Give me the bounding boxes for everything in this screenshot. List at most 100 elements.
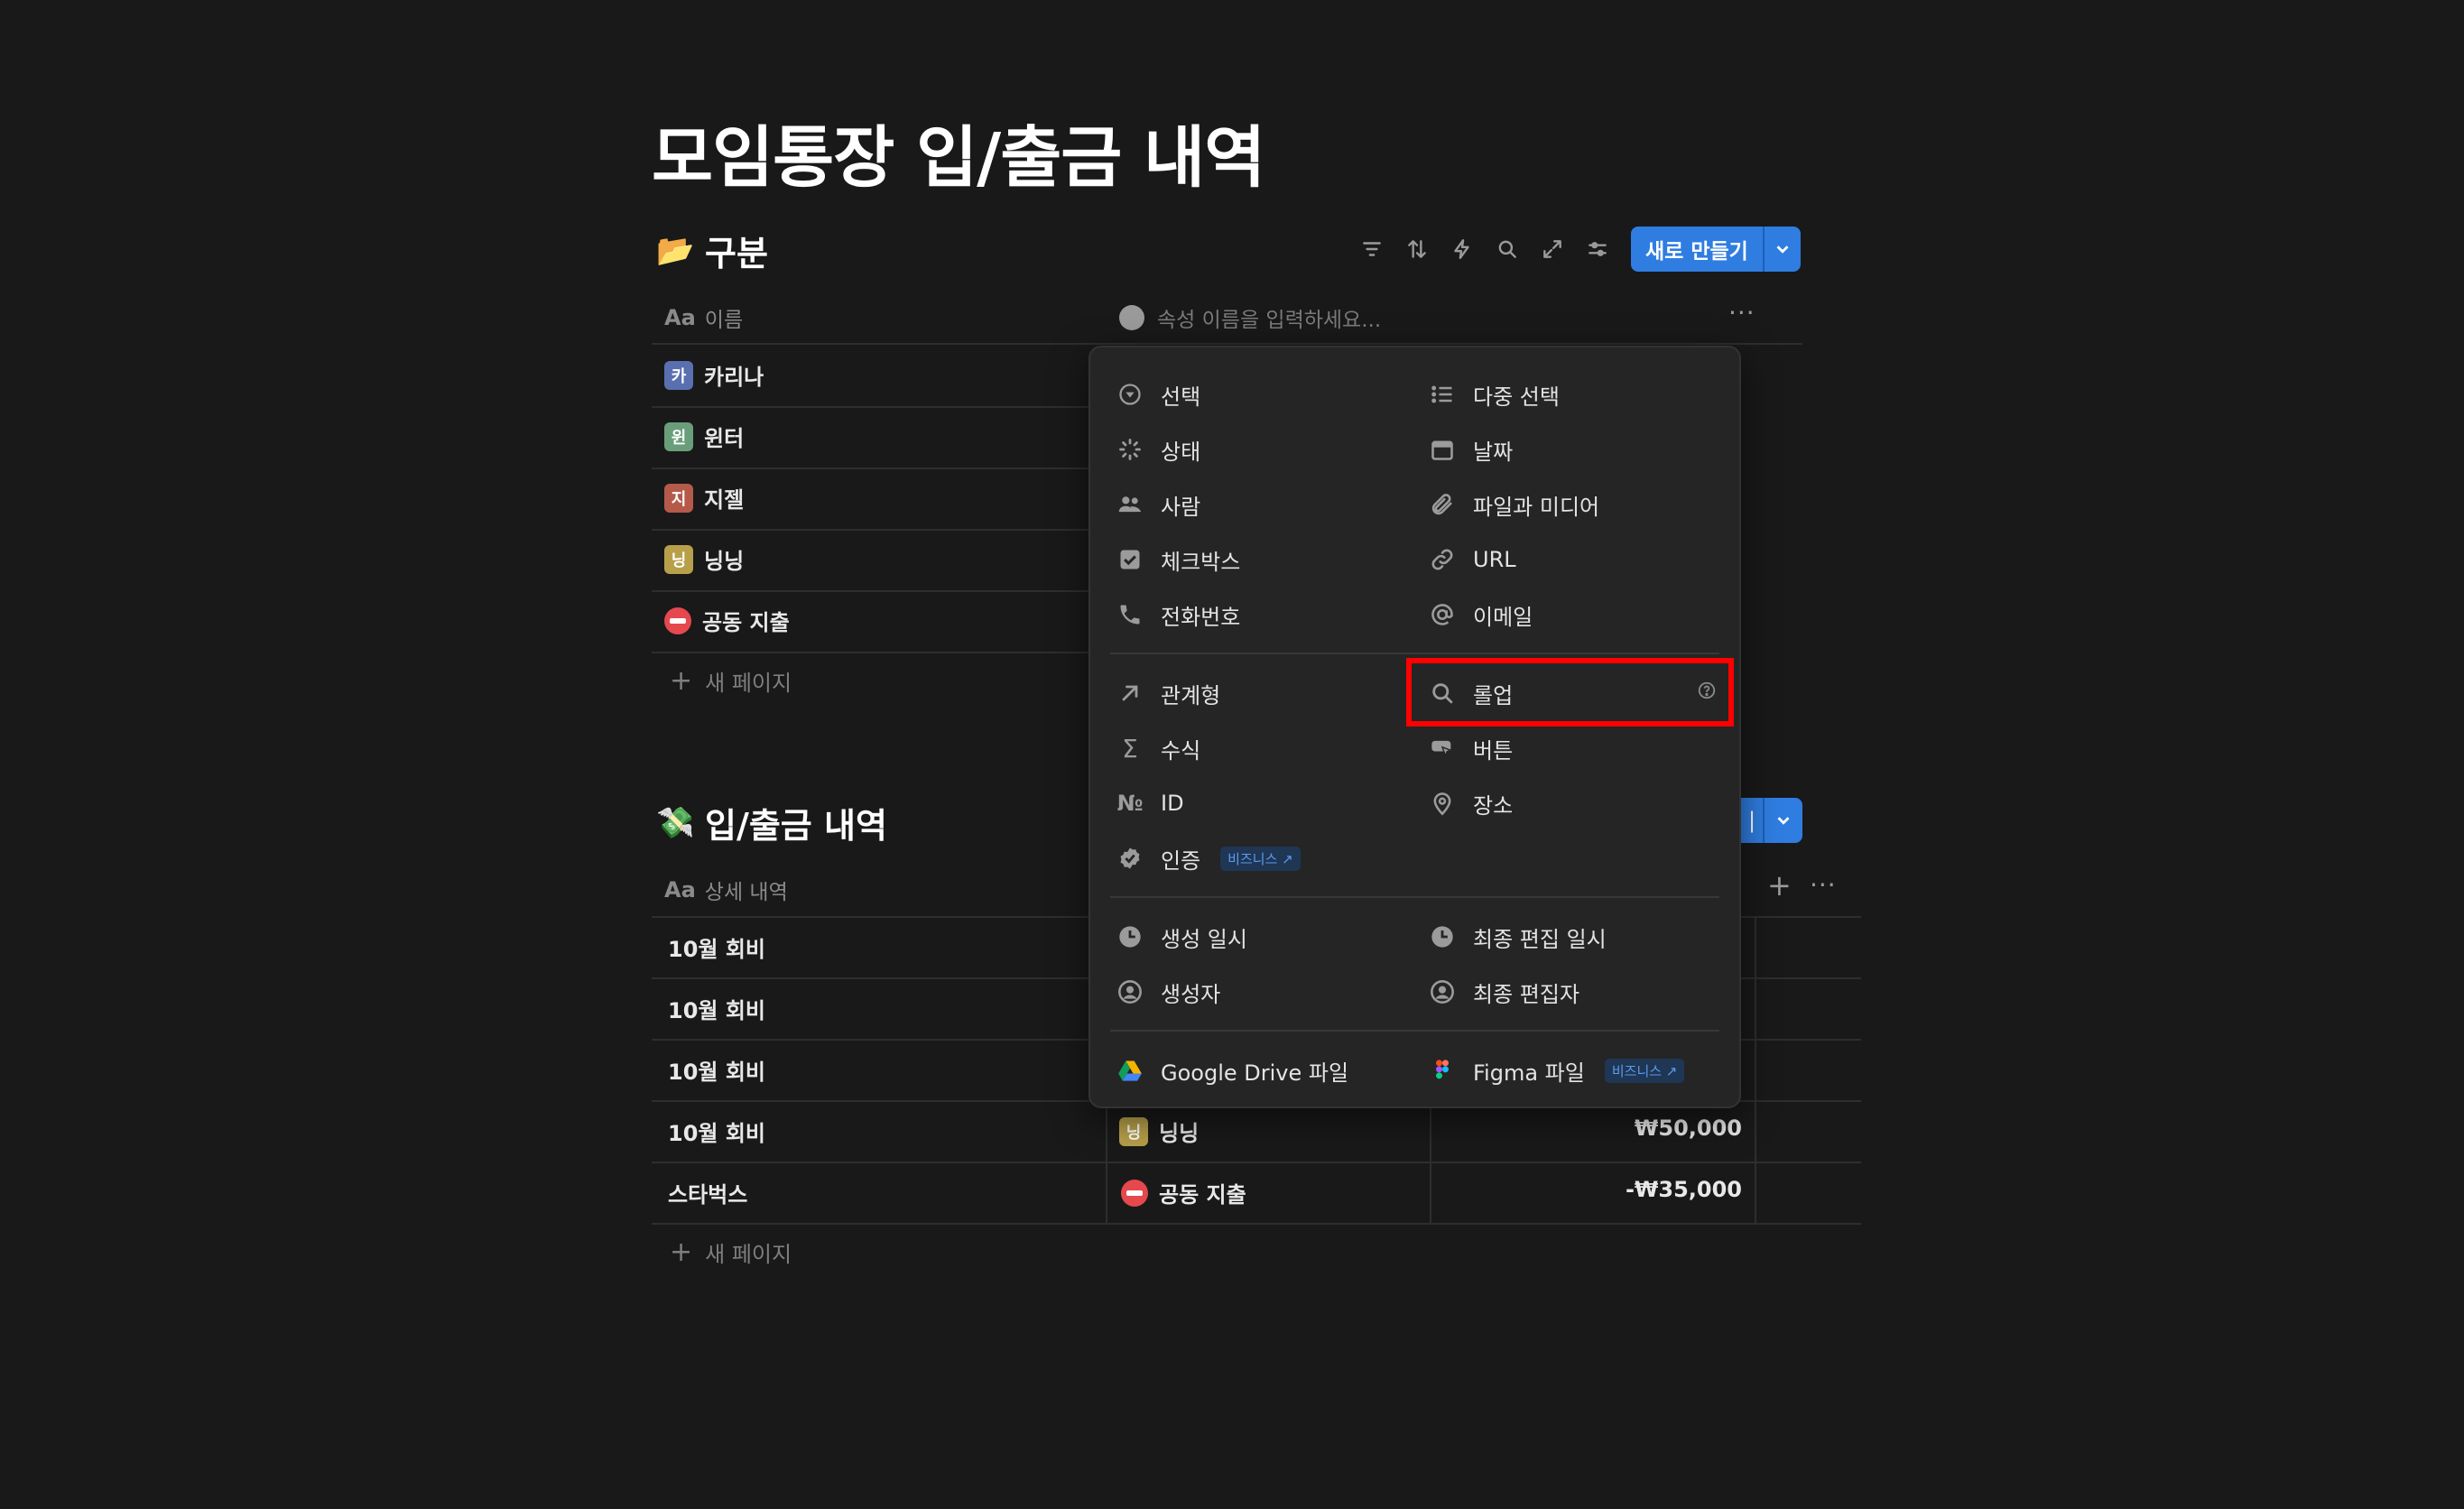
arrow-up-right-icon bbox=[1116, 679, 1144, 708]
no-entry-icon bbox=[664, 606, 691, 634]
automation-icon[interactable] bbox=[1440, 227, 1485, 272]
google-drive-icon bbox=[1116, 1056, 1144, 1085]
chevron-down-icon[interactable] bbox=[1765, 798, 1802, 843]
list-item[interactable]: 공동 지출 bbox=[664, 605, 790, 636]
menu-item-label: Figma 파일 bbox=[1473, 1060, 1585, 1086]
menu-item-verification[interactable]: 인증 비즈니스 ↗ bbox=[1116, 833, 1301, 884]
select-icon bbox=[1116, 380, 1144, 409]
db1-title[interactable]: 구분 bbox=[705, 226, 768, 275]
paperclip-icon bbox=[1428, 490, 1457, 519]
table-row[interactable]: 10월 회비 bbox=[668, 1116, 765, 1147]
money-wings-icon: 💸 bbox=[656, 804, 695, 841]
amount-cell[interactable]: -₩35,000 bbox=[1444, 1177, 1742, 1202]
avatar: 윈 bbox=[664, 421, 693, 451]
list-item[interactable]: 카 카리나 bbox=[664, 359, 764, 391]
menu-separator bbox=[1110, 1030, 1719, 1032]
table-row[interactable]: 10월 회비 bbox=[668, 993, 765, 1024]
menu-item-google-drive[interactable]: Google Drive 파일 bbox=[1116, 1045, 1348, 1096]
table-row[interactable]: 스타벅스 bbox=[668, 1177, 747, 1208]
chevron-down-icon[interactable] bbox=[1762, 227, 1801, 272]
db2-new-button-partial[interactable]: | bbox=[1741, 798, 1802, 843]
menu-item-label: 사람 bbox=[1161, 494, 1201, 520]
new-button[interactable]: 새로 만들기 bbox=[1631, 227, 1763, 272]
menu-item-label: 다중 선택 bbox=[1473, 384, 1560, 410]
menu-item-label: ID bbox=[1161, 791, 1184, 816]
avatar: 지 bbox=[664, 483, 693, 513]
add-page-button[interactable]: + 새 페이지 bbox=[670, 665, 792, 697]
phone-icon bbox=[1116, 600, 1144, 629]
menu-item-last-edited-time[interactable]: 최종 편집 일시 bbox=[1428, 912, 1607, 962]
avatar: 카 bbox=[664, 360, 693, 390]
menu-item-label: 관계형 bbox=[1161, 682, 1221, 708]
table-row[interactable]: 10월 회비 bbox=[668, 1054, 765, 1086]
menu-item-label: 최종 편집 일시 bbox=[1473, 926, 1607, 952]
button-cursor-icon bbox=[1428, 734, 1457, 763]
add-property-icon[interactable]: + bbox=[1767, 868, 1792, 903]
add-page-button[interactable]: + 새 페이지 bbox=[670, 1236, 792, 1268]
db2-title-group[interactable]: 💸 입/출금 내역 bbox=[656, 798, 887, 847]
menu-item-phone[interactable]: 전화번호 bbox=[1116, 589, 1240, 640]
menu-item-label: 버튼 bbox=[1473, 737, 1514, 764]
menu-item-formula[interactable]: Σ 수식 bbox=[1116, 723, 1200, 773]
menu-item-figma[interactable]: Figma 파일 비즈니스 ↗ bbox=[1428, 1045, 1685, 1096]
db2-name-column-header[interactable]: Aa 상세 내역 bbox=[664, 875, 788, 905]
expand-icon[interactable] bbox=[1530, 227, 1575, 272]
relation-value: 닝닝 bbox=[1159, 1121, 1200, 1146]
db2-title[interactable]: 입/출금 내역 bbox=[705, 798, 887, 847]
clock-icon bbox=[1116, 922, 1144, 951]
text-type-icon: Aa bbox=[664, 305, 696, 330]
menu-item-person[interactable]: 사람 bbox=[1116, 479, 1200, 530]
more-options-icon[interactable]: ··· bbox=[1728, 298, 1755, 328]
list-item[interactable]: 닝 닝닝 bbox=[664, 543, 744, 575]
menu-item-date[interactable]: 날짜 bbox=[1428, 424, 1513, 475]
db1-title-group[interactable]: 📂 구분 bbox=[656, 226, 768, 275]
row-title: 윈터 bbox=[704, 426, 745, 451]
db1-name-column-header[interactable]: Aa 이름 bbox=[664, 302, 743, 333]
settings-sliders-icon[interactable] bbox=[1575, 227, 1620, 272]
relation-cell[interactable]: 공동 지출 bbox=[1121, 1177, 1246, 1208]
page-title[interactable]: 모임통장 입/출금 내역 bbox=[652, 104, 1265, 200]
db1-toolbar: 새로 만들기 bbox=[1349, 227, 1801, 272]
menu-item-checkbox[interactable]: 체크박스 bbox=[1116, 534, 1240, 585]
menu-item-url[interactable]: URL bbox=[1428, 534, 1516, 585]
plus-icon: + bbox=[670, 665, 693, 697]
db2-name-column-label: 상세 내역 bbox=[704, 881, 788, 904]
menu-item-files[interactable]: 파일과 미디어 bbox=[1428, 479, 1599, 530]
menu-item-select[interactable]: 선택 bbox=[1116, 369, 1200, 420]
relation-value: 공동 지출 bbox=[1159, 1182, 1246, 1208]
menu-item-relation[interactable]: 관계형 bbox=[1116, 668, 1220, 718]
row-title: 10월 회비 bbox=[668, 1060, 765, 1085]
list-item[interactable]: 지 지젤 bbox=[664, 482, 744, 514]
folder-icon: 📂 bbox=[656, 232, 695, 269]
amount-cell[interactable]: ₩50,000 bbox=[1444, 1116, 1742, 1141]
menu-item-button[interactable]: 버튼 bbox=[1428, 723, 1513, 773]
people-icon bbox=[1116, 490, 1144, 519]
property-name-placeholder: 속성 이름을 입력하세요... bbox=[1157, 309, 1382, 332]
menu-item-created-by[interactable]: 생성자 bbox=[1116, 967, 1220, 1017]
sort-icon[interactable] bbox=[1394, 227, 1440, 272]
smiley-icon[interactable] bbox=[1119, 305, 1144, 330]
highlight-box bbox=[1406, 658, 1734, 727]
menu-item-email[interactable]: 이메일 bbox=[1428, 589, 1533, 640]
property-name-input[interactable]: 속성 이름을 입력하세요... bbox=[1119, 302, 1381, 333]
menu-item-created-time[interactable]: 생성 일시 bbox=[1116, 912, 1247, 962]
more-options-icon[interactable]: ··· bbox=[1810, 870, 1837, 900]
filter-icon[interactable] bbox=[1349, 227, 1394, 272]
menu-item-id[interactable]: № ID bbox=[1116, 778, 1184, 829]
menu-item-last-edited-by[interactable]: 최종 편집자 bbox=[1428, 967, 1579, 1017]
menu-item-multi-select[interactable]: 다중 선택 bbox=[1428, 369, 1560, 420]
menu-item-label: Google Drive 파일 bbox=[1161, 1060, 1349, 1086]
menu-item-label: 최종 편집자 bbox=[1473, 981, 1580, 1007]
menu-item-place[interactable]: 장소 bbox=[1428, 778, 1513, 829]
divider bbox=[652, 1162, 1861, 1163]
menu-item-status[interactable]: 상태 bbox=[1116, 424, 1200, 475]
list-item[interactable]: 윈 윈터 bbox=[664, 421, 744, 452]
search-icon[interactable] bbox=[1485, 227, 1530, 272]
text-type-icon: Aa bbox=[664, 877, 696, 903]
plus-icon: + bbox=[670, 1236, 693, 1268]
at-icon bbox=[1428, 600, 1457, 629]
business-badge: 비즈니스 ↗ bbox=[1604, 1058, 1685, 1083]
divider bbox=[652, 529, 1088, 531]
relation-cell[interactable]: 닝 닝닝 bbox=[1119, 1116, 1199, 1147]
table-row[interactable]: 10월 회비 bbox=[668, 931, 765, 963]
